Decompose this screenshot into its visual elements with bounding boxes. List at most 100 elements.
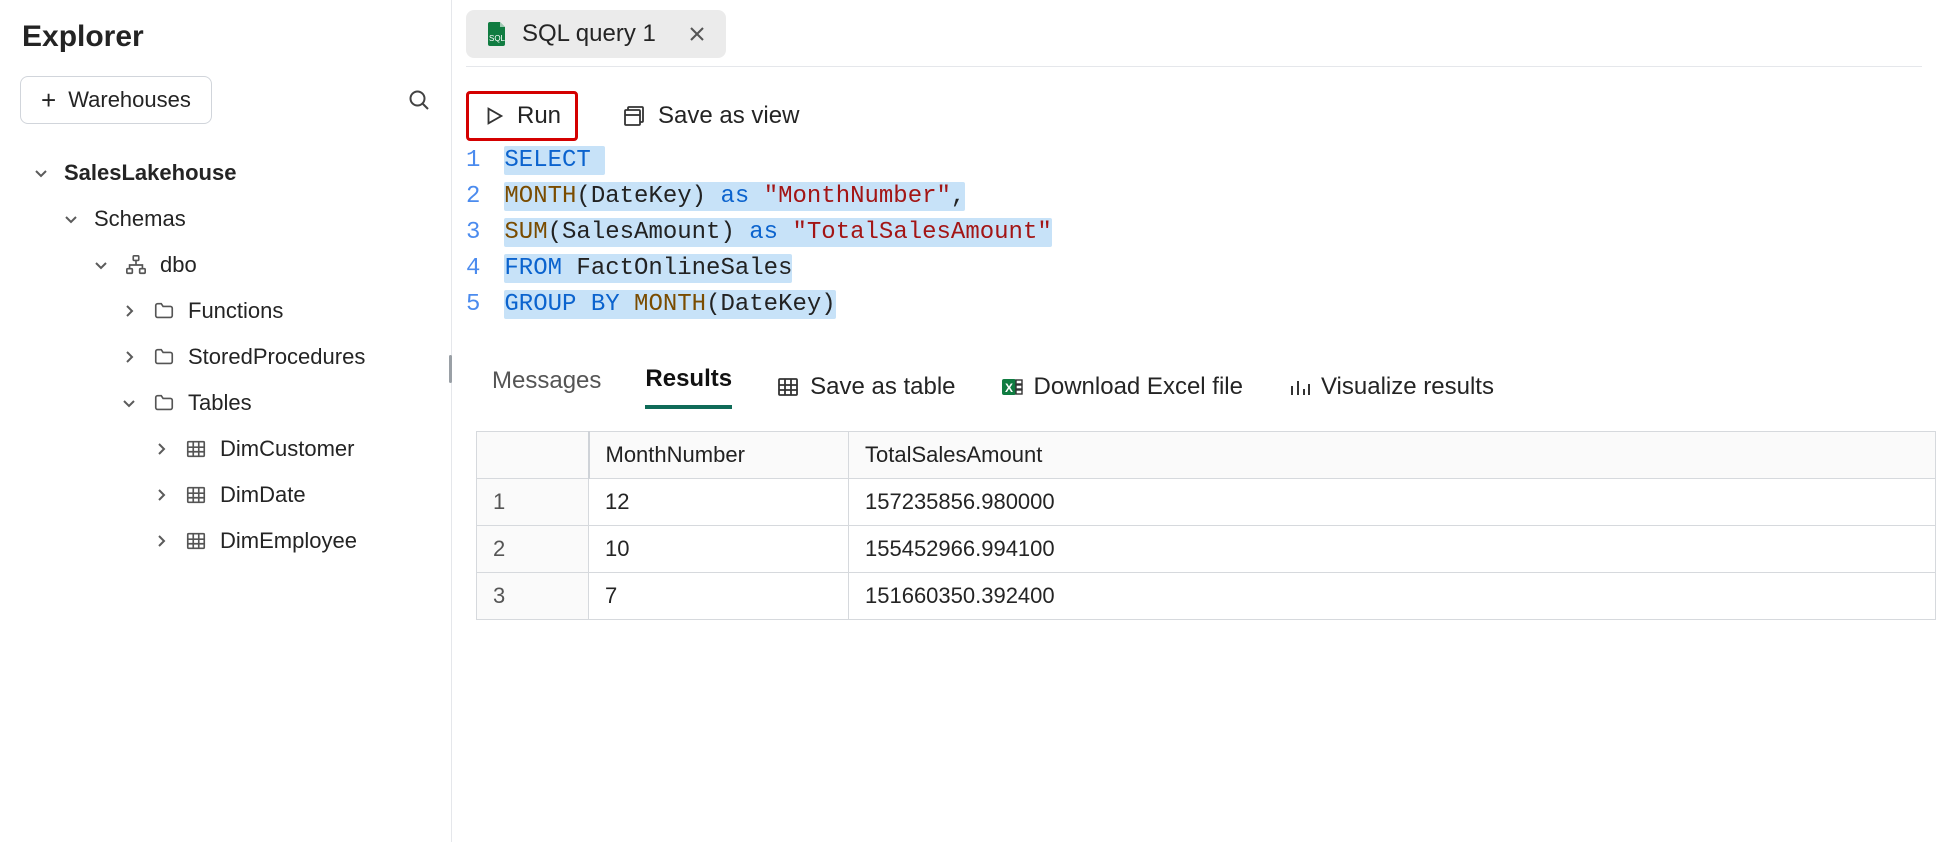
save-as-table-label: Save as table xyxy=(810,373,955,401)
explorer-title: Explorer xyxy=(22,20,429,54)
download-excel-button[interactable]: X Download Excel file xyxy=(1000,373,1243,401)
query-tab-strip: SQL SQL query 1 xyxy=(452,0,1936,77)
chevron-right-icon xyxy=(118,349,140,365)
results-table[interactable]: MonthNumber TotalSalesAmount 1 12 157235… xyxy=(476,431,1936,620)
cell: 10 xyxy=(589,526,849,573)
table-icon xyxy=(184,483,208,507)
code-line: MONTH(DateKey) as "MonthNumber", xyxy=(504,179,1051,215)
tree-label: StoredProcedures xyxy=(188,344,365,370)
cell: 151660350.392400 xyxy=(849,573,1936,620)
code-area[interactable]: SELECT MONTH(DateKey) as "MonthNumber", … xyxy=(504,143,1051,323)
sql-editor[interactable]: 1 2 3 4 5 SELECT MONTH(DateKey) as "Mont… xyxy=(452,143,1936,329)
table-icon xyxy=(776,375,800,399)
save-as-view-button[interactable]: Save as view xyxy=(608,94,813,138)
app-root: Explorer + Warehouses SalesLakehouse xyxy=(0,0,1936,842)
tree-label: DimEmployee xyxy=(220,528,357,554)
table-row[interactable]: 3 7 151660350.392400 xyxy=(477,573,1936,620)
cell: 157235856.980000 xyxy=(849,479,1936,526)
row-number: 1 xyxy=(477,479,589,526)
schema-icon xyxy=(124,253,148,277)
save-view-label: Save as view xyxy=(658,102,799,130)
results-grid: MonthNumber TotalSalesAmount 1 12 157235… xyxy=(452,417,1936,620)
query-tab[interactable]: SQL SQL query 1 xyxy=(466,10,726,58)
results-toolbar: Messages Results Save as table X Downloa… xyxy=(452,329,1936,417)
code-line: FROM FactOnlineSales xyxy=(504,251,1051,287)
svg-text:SQL: SQL xyxy=(489,34,506,43)
line-number: 2 xyxy=(466,179,480,215)
tree-label: SalesLakehouse xyxy=(64,160,236,186)
explorer-tree: SalesLakehouse Schemas dbo xyxy=(20,150,431,564)
line-number: 4 xyxy=(466,251,480,287)
col-header-totalsalesamount[interactable]: TotalSalesAmount xyxy=(849,432,1936,479)
explorer-panel: Explorer + Warehouses SalesLakehouse xyxy=(0,0,452,842)
row-number: 2 xyxy=(477,526,589,573)
chevron-down-icon xyxy=(118,395,140,411)
code-line: SELECT xyxy=(504,143,1051,179)
tree-label: Functions xyxy=(188,298,283,324)
excel-icon: X xyxy=(1000,375,1024,399)
tab-messages[interactable]: Messages xyxy=(492,367,601,407)
folder-icon xyxy=(152,299,176,323)
table-icon xyxy=(184,529,208,553)
tree-label: dbo xyxy=(160,252,197,278)
query-tab-label: SQL query 1 xyxy=(522,20,656,48)
tab-results[interactable]: Results xyxy=(645,365,732,409)
svg-text:X: X xyxy=(1005,381,1013,395)
code-line: SUM(SalesAmount) as "TotalSalesAmount" xyxy=(504,215,1051,251)
table-icon xyxy=(184,437,208,461)
tree-label: DimDate xyxy=(220,482,306,508)
table-row[interactable]: 1 12 157235856.980000 xyxy=(477,479,1936,526)
tree-node-storedprocedures[interactable]: StoredProcedures xyxy=(20,334,431,380)
folder-icon xyxy=(152,345,176,369)
run-label: Run xyxy=(517,102,561,130)
line-gutter: 1 2 3 4 5 xyxy=(466,143,504,323)
tree-label: Tables xyxy=(188,390,252,416)
tree-node-dbo[interactable]: dbo xyxy=(20,242,431,288)
tree-node-tables[interactable]: Tables xyxy=(20,380,431,426)
add-warehouses-label: Warehouses xyxy=(68,87,191,113)
chevron-right-icon xyxy=(150,487,172,503)
chevron-right-icon xyxy=(150,533,172,549)
tree-node-table-dimcustomer[interactable]: DimCustomer xyxy=(20,426,431,472)
code-line: GROUP BY MONTH(DateKey) xyxy=(504,287,1051,323)
save-as-table-button[interactable]: Save as table xyxy=(776,373,955,401)
cell: 7 xyxy=(589,573,849,620)
play-icon xyxy=(483,105,505,127)
tree-node-schemas[interactable]: Schemas xyxy=(20,196,431,242)
add-warehouses-button[interactable]: + Warehouses xyxy=(20,76,212,124)
chart-icon xyxy=(1287,375,1311,399)
editor-toolbar: Run Save as view xyxy=(452,77,1936,143)
tree-node-table-dimemployee[interactable]: DimEmployee xyxy=(20,518,431,564)
download-excel-label: Download Excel file xyxy=(1034,373,1243,401)
tree-node-table-dimdate[interactable]: DimDate xyxy=(20,472,431,518)
chevron-right-icon xyxy=(118,303,140,319)
folder-icon xyxy=(152,391,176,415)
main-panel: SQL SQL query 1 Run Save as view xyxy=(452,0,1936,842)
tree-label: DimCustomer xyxy=(220,436,354,462)
table-header-row: MonthNumber TotalSalesAmount xyxy=(477,432,1936,479)
chevron-down-icon xyxy=(30,165,52,181)
plus-icon: + xyxy=(41,87,56,113)
search-icon[interactable] xyxy=(407,88,431,112)
explorer-toolbar: + Warehouses xyxy=(20,76,431,124)
splitter-handle[interactable] xyxy=(449,355,452,383)
line-number: 5 xyxy=(466,287,480,323)
chevron-right-icon xyxy=(150,441,172,457)
row-number-header xyxy=(477,432,589,479)
sql-file-icon: SQL xyxy=(486,21,508,47)
line-number: 1 xyxy=(466,143,480,179)
chevron-down-icon xyxy=(90,257,112,273)
table-row[interactable]: 2 10 155452966.994100 xyxy=(477,526,1936,573)
close-icon[interactable] xyxy=(688,25,706,43)
tree-label: Schemas xyxy=(94,206,186,232)
save-view-icon xyxy=(622,104,646,128)
col-header-monthnumber[interactable]: MonthNumber xyxy=(589,432,849,479)
line-number: 3 xyxy=(466,215,480,251)
visualize-results-button[interactable]: Visualize results xyxy=(1287,373,1494,401)
cell: 155452966.994100 xyxy=(849,526,1936,573)
cell: 12 xyxy=(589,479,849,526)
tree-node-saleslakehouse[interactable]: SalesLakehouse xyxy=(20,150,431,196)
tree-node-functions[interactable]: Functions xyxy=(20,288,431,334)
row-number: 3 xyxy=(477,573,589,620)
run-button[interactable]: Run xyxy=(466,91,578,141)
